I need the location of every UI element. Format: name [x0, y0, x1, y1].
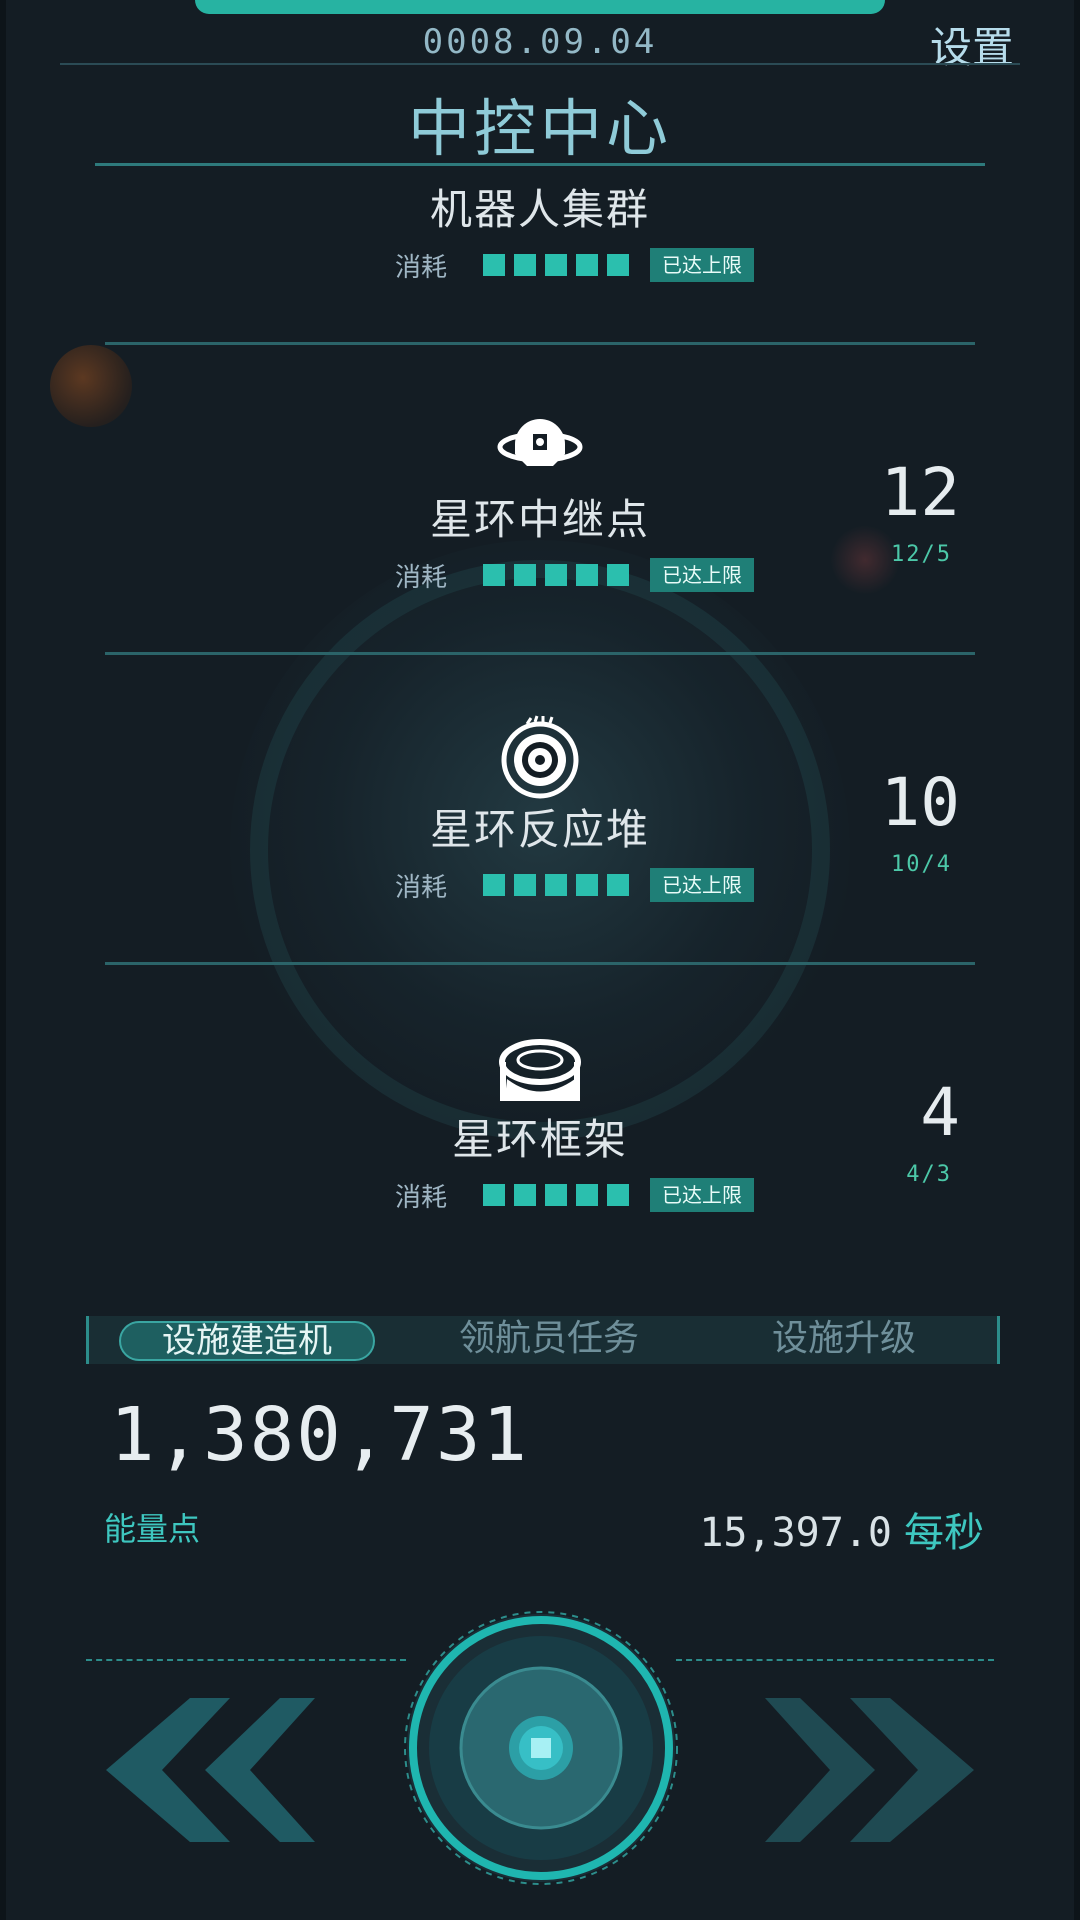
cost-label: 消耗: [395, 252, 448, 283]
center-action-button[interactable]: [403, 1610, 679, 1886]
cost-level-square: [514, 564, 536, 586]
cost-level-square: [545, 564, 567, 586]
cost-level-square: [607, 564, 629, 586]
max-level-badge: 已达上限: [650, 1178, 754, 1212]
cost-level-square: [545, 874, 567, 896]
tab-navigator-missions[interactable]: 领航员任务: [429, 1316, 669, 1364]
header-divider: [60, 63, 1020, 65]
dashed-line-left: [86, 1659, 406, 1661]
double-chevron-left-icon: [106, 1698, 315, 1842]
facility-count: 4: [920, 1074, 960, 1151]
cost-level-square: [483, 874, 505, 896]
cost-level-square: [576, 1184, 598, 1206]
energy-rate: 15,397.0 每秒: [699, 1500, 984, 1558]
cost-level-square: [483, 1184, 505, 1206]
frame-top-accent: [195, 0, 885, 14]
cost-row: 消耗 已达上限: [395, 248, 754, 283]
cost-label: 消耗: [395, 562, 448, 593]
previous-page-button[interactable]: [100, 1690, 320, 1850]
cost-row: 消耗 已达上限: [395, 868, 754, 903]
facility-item[interactable]: 星环中继点 12 12/5 消耗 已达上限: [0, 346, 1080, 656]
facility-item[interactable]: 星环反应堆 10 10/4 消耗 已达上限: [0, 656, 1080, 966]
facility-name: 机器人集群: [429, 185, 650, 234]
max-level-badge: 已达上限: [650, 558, 754, 592]
cost-level-square: [514, 254, 536, 276]
cost-label: 消耗: [395, 1182, 448, 1213]
item-divider: [105, 962, 975, 965]
cost-row: 消耗 已达上限: [395, 1178, 754, 1213]
facility-list[interactable]: 机器人集群 消耗 已达上限 星环中继点 12 12/5 消耗 已达上限 星环反应…: [0, 166, 1080, 1246]
game-date: 0008.09.04: [422, 22, 658, 62]
energy-points-value: 1,380,731: [110, 1392, 529, 1478]
cost-level-square: [545, 254, 567, 276]
cost-level-square: [576, 874, 598, 896]
relay-station-icon: [497, 419, 583, 466]
cost-label: 消耗: [395, 872, 448, 903]
energy-points-label: 能量点: [104, 1510, 201, 1548]
facility-ratio: 12/5: [891, 542, 952, 567]
next-page-button[interactable]: [760, 1690, 980, 1850]
cost-level-square: [576, 254, 598, 276]
settings-button[interactable]: 设置: [930, 14, 1014, 75]
cost-level-square: [545, 1184, 567, 1206]
item-divider: [105, 342, 975, 345]
cost-level-square: [576, 564, 598, 586]
cost-level-square: [514, 1184, 536, 1206]
cost-level-square: [483, 254, 505, 276]
facility-ratio: 4/3: [906, 1162, 952, 1187]
facility-item[interactable]: 星环框架 4 4/3 消耗 已达上限: [0, 966, 1080, 1246]
facility-item[interactable]: 机器人集群 消耗 已达上限: [0, 166, 1080, 346]
max-level-badge: 已达上限: [650, 868, 754, 902]
cost-row: 消耗 已达上限: [395, 558, 754, 593]
tab-bar: 设施建造机 领航员任务 设施升级: [86, 1316, 1000, 1364]
facility-count: 12: [880, 454, 960, 531]
stop-square-icon: [531, 1738, 551, 1758]
facility-count: 10: [880, 764, 960, 841]
facility-ratio: 10/4: [891, 852, 952, 877]
max-level-badge: 已达上限: [650, 248, 754, 282]
item-divider: [105, 652, 975, 655]
cost-level-square: [607, 874, 629, 896]
cost-level-square: [607, 254, 629, 276]
ring-frame-icon: [499, 1039, 581, 1101]
page-title: 中控中心: [407, 92, 672, 165]
energy-rate-value: 15,397.0: [699, 1510, 892, 1556]
tab-facility-upgrade[interactable]: 设施升级: [744, 1316, 944, 1364]
reactor-icon: [501, 715, 579, 799]
energy-rate-unit: 每秒: [904, 1510, 984, 1556]
cost-level-square: [514, 874, 536, 896]
dashed-line-right: [676, 1659, 994, 1661]
cost-level-square: [607, 1184, 629, 1206]
cost-level-square: [483, 564, 505, 586]
tab-facility-builder[interactable]: 设施建造机: [119, 1321, 375, 1361]
double-chevron-right-icon: [765, 1698, 974, 1842]
